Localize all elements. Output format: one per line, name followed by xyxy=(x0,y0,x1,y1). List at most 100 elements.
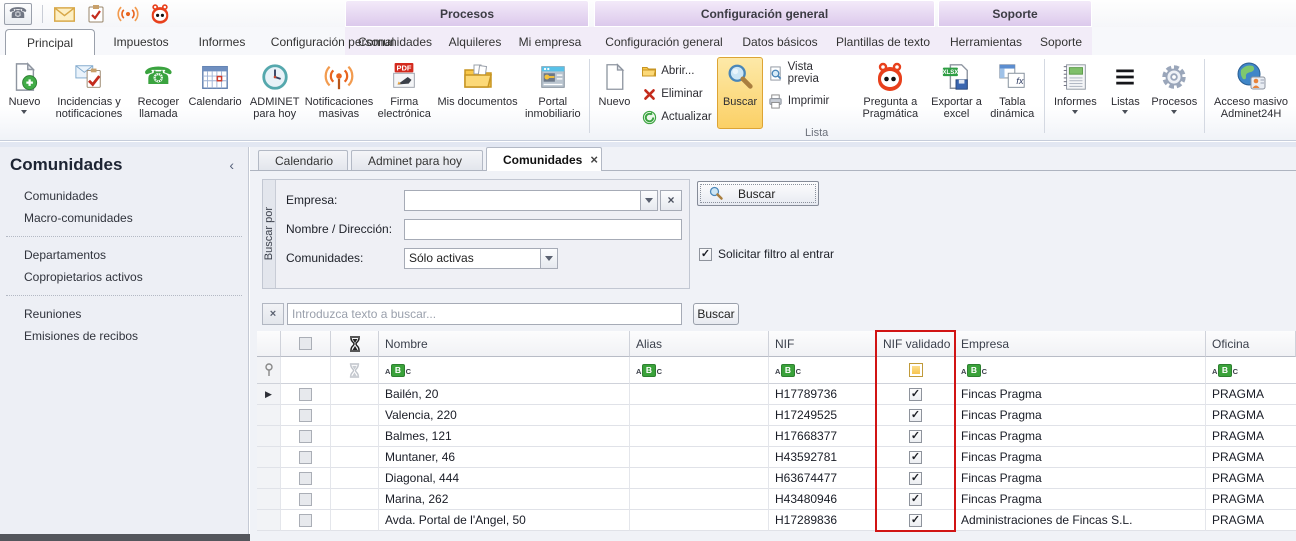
table-row[interactable]: Avda. Portal de l'Angel, 50 H17289836 Ad… xyxy=(257,510,1296,531)
sidebar-collapse-button[interactable]: ‹ xyxy=(229,157,234,173)
quick-search-button[interactable]: Buscar xyxy=(693,303,739,325)
doc-tab-calendario[interactable]: Calendario xyxy=(258,150,348,171)
search-button[interactable]: Buscar xyxy=(717,57,762,129)
column-header-empresa[interactable]: Empresa xyxy=(955,331,1206,357)
my-documents-button[interactable]: Mis documentos xyxy=(436,57,520,109)
tab-comunidades[interactable]: Comunidades xyxy=(352,29,438,55)
broadcast-button[interactable] xyxy=(117,3,139,25)
export-excel-button[interactable]: XLSX Exportar a excel xyxy=(929,57,984,121)
solicitar-filtro-checkbox[interactable] xyxy=(699,248,712,261)
nif-validado-checkbox[interactable] xyxy=(909,514,922,527)
mail-button[interactable] xyxy=(53,3,75,25)
nif-validado-checkbox[interactable] xyxy=(909,430,922,443)
preview-button[interactable]: Vista previa xyxy=(763,63,852,83)
filter-nif-cell[interactable]: ABC xyxy=(769,357,877,384)
refresh-button[interactable]: Actualizar xyxy=(636,107,717,127)
processes-button[interactable]: Procesos xyxy=(1147,57,1201,115)
filter-nombre-cell[interactable]: ABC xyxy=(379,357,630,384)
filter-oficina-cell[interactable]: ABC xyxy=(1206,357,1296,384)
pickup-call-button[interactable]: ☎ Recoger llamada xyxy=(131,57,186,121)
clear-search-button[interactable]: × xyxy=(262,303,284,325)
calendar-button[interactable]: Calendario xyxy=(186,57,245,109)
table-row[interactable]: Balmes, 121 H17668377 Fincas Pragma PRAG… xyxy=(257,426,1296,447)
electronic-signature-button[interactable]: PDF Firma electrónica xyxy=(373,57,436,121)
table-row[interactable]: ▶ Bailén, 20 H17789736 Fincas Pragma PRA… xyxy=(257,384,1296,405)
delete-button[interactable]: Eliminar xyxy=(636,84,717,104)
tab-alquileres[interactable]: Alquileres xyxy=(440,29,510,55)
incidents-button[interactable]: Incidencias y notificaciones xyxy=(47,57,131,121)
tab-herramientas[interactable]: Herramientas xyxy=(942,29,1030,55)
filter-empresa-cell[interactable]: ABC xyxy=(955,357,1206,384)
filter-search-button[interactable]: Buscar xyxy=(697,181,819,206)
table-row[interactable]: Diagonal, 444 H63674477 Fincas Pragma PR… xyxy=(257,468,1296,489)
filter-panel-side-tab[interactable]: Buscar por xyxy=(263,180,276,288)
close-tab-icon[interactable]: × xyxy=(590,155,598,165)
new-button[interactable]: Nuevo xyxy=(2,57,47,115)
empresa-clear-button[interactable]: × xyxy=(660,190,682,211)
filter-nif-validado-cell[interactable] xyxy=(877,357,955,384)
row-checkbox[interactable] xyxy=(299,451,312,464)
pivot-table-button[interactable]: fx Tabla dinámica xyxy=(984,57,1041,121)
sidebar-item-copropietarios[interactable]: Copropietarios activos xyxy=(0,266,248,288)
tab-mi-empresa[interactable]: Mi empresa xyxy=(512,29,588,55)
select-all-checkbox[interactable] xyxy=(299,337,312,350)
column-header-nombre[interactable]: Nombre xyxy=(379,331,630,357)
nif-validado-checkbox[interactable] xyxy=(909,388,922,401)
doc-tab-comunidades[interactable]: Comunidades × xyxy=(486,147,602,171)
adminet24h-button[interactable]: Acceso masivo Adminet24H xyxy=(1208,57,1294,121)
cell-nombre: Muntaner, 46 xyxy=(379,447,630,468)
comunidades-select[interactable]: Sólo activas xyxy=(404,248,540,269)
row-checkbox[interactable] xyxy=(299,514,312,527)
select-all-checkbox-cell[interactable] xyxy=(281,331,331,357)
tab-datos-basicos[interactable]: Datos básicos xyxy=(733,29,827,55)
empresa-dropdown-button[interactable] xyxy=(640,190,658,211)
empresa-input[interactable] xyxy=(404,190,640,211)
tab-plantillas-texto[interactable]: Plantillas de texto xyxy=(830,29,936,55)
table-row[interactable]: Muntaner, 46 H43592781 Fincas Pragma PRA… xyxy=(257,447,1296,468)
nif-validado-checkbox[interactable] xyxy=(909,493,922,506)
table-row[interactable]: Marina, 262 H43480946 Fincas Pragma PRAG… xyxy=(257,489,1296,510)
lists-button[interactable]: Listas xyxy=(1103,57,1147,115)
sidebar-item-reuniones[interactable]: Reuniones xyxy=(0,303,248,325)
new-record-button[interactable]: Nuevo xyxy=(593,57,637,109)
sidebar-item-comunidades[interactable]: Comunidades xyxy=(0,185,248,207)
nif-validado-checkbox[interactable] xyxy=(909,472,922,485)
pragmatica-button[interactable] xyxy=(149,3,171,25)
nif-validado-checkbox[interactable] xyxy=(909,409,922,422)
nif-validado-checkbox[interactable] xyxy=(909,451,922,464)
column-header-nif[interactable]: NIF xyxy=(769,331,877,357)
ask-pragmatica-button[interactable]: Pregunta a Pragmática xyxy=(852,57,930,121)
column-header-nif-validado[interactable]: NIF validado xyxy=(877,331,955,357)
print-button[interactable]: Imprimir xyxy=(763,91,852,111)
row-checkbox[interactable] xyxy=(299,388,312,401)
row-checkbox[interactable] xyxy=(299,409,312,422)
comunidades-dropdown-button[interactable] xyxy=(540,248,558,269)
nombre-direccion-input[interactable] xyxy=(404,219,682,240)
column-header-oficina[interactable]: Oficina xyxy=(1206,331,1296,357)
tab-configuracion-general[interactable]: Configuración general xyxy=(598,29,730,55)
row-checkbox[interactable] xyxy=(299,430,312,443)
quick-phone-button[interactable]: ☎ xyxy=(4,3,32,25)
tab-principal[interactable]: Principal xyxy=(5,29,95,55)
real-estate-portal-button[interactable]: Portal inmobiliario xyxy=(520,57,586,121)
tab-soporte[interactable]: Soporte xyxy=(1032,29,1090,55)
tasks-button[interactable] xyxy=(85,3,107,25)
sidebar-item-emisiones[interactable]: Emisiones de recibos xyxy=(0,325,248,347)
sidebar-item-macro-comunidades[interactable]: Macro-comunidades xyxy=(0,207,248,229)
doc-tab-adminet-hoy[interactable]: Adminet para hoy xyxy=(351,150,483,171)
column-header-alias[interactable]: Alias xyxy=(630,331,769,357)
hourglass-column-header[interactable] xyxy=(331,331,379,357)
table-row[interactable]: Valencia, 220 H17249525 Fincas Pragma PR… xyxy=(257,405,1296,426)
tab-informes[interactable]: Informes xyxy=(186,29,258,55)
row-checkbox[interactable] xyxy=(299,493,312,506)
reports-button[interactable]: Informes xyxy=(1047,57,1103,115)
mass-notifications-button[interactable]: Notificaciones masivas xyxy=(305,57,373,121)
tab-impuestos[interactable]: Impuestos xyxy=(100,29,182,55)
search-input[interactable] xyxy=(287,303,682,325)
row-checkbox[interactable] xyxy=(299,472,312,485)
filter-alias-cell[interactable]: ABC xyxy=(630,357,769,384)
open-button[interactable]: Abrir... xyxy=(636,61,717,81)
adminet-today-button[interactable]: ADMINET para hoy xyxy=(244,57,305,121)
pin-icon xyxy=(264,363,274,377)
sidebar-item-departamentos[interactable]: Departamentos xyxy=(0,244,248,266)
